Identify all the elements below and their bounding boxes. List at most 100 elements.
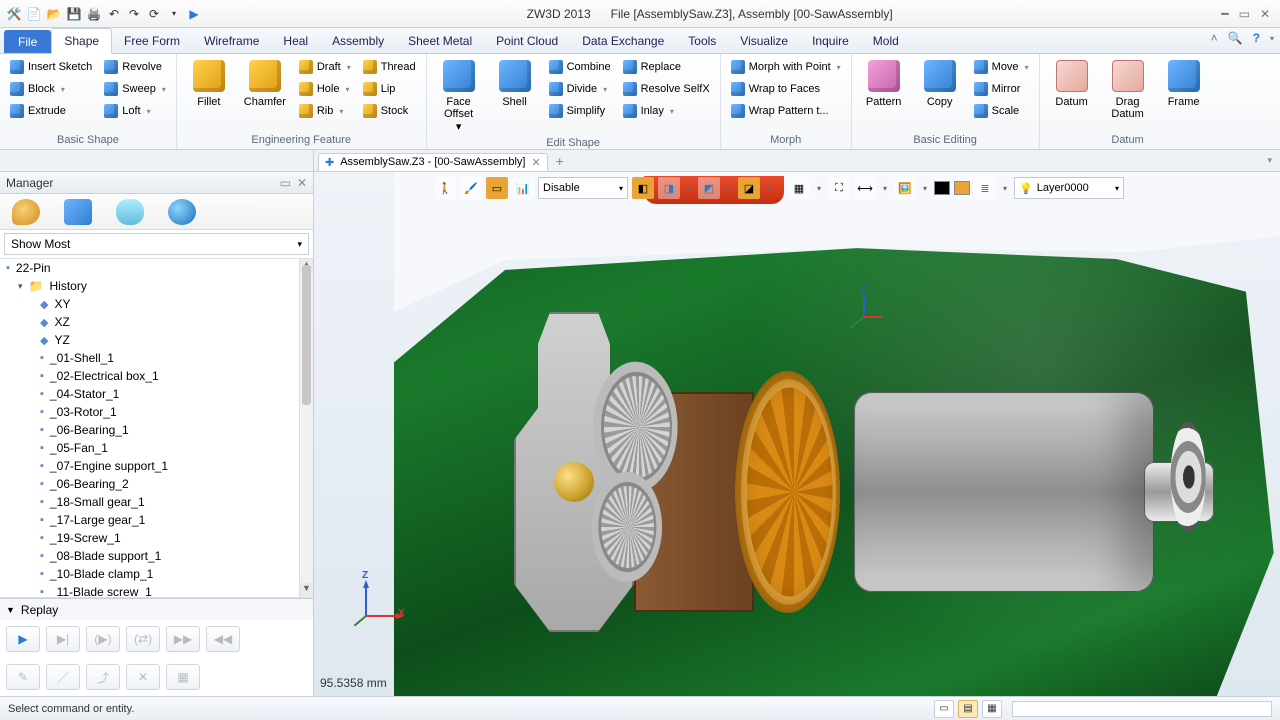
app-icon[interactable]: 🛠️ — [6, 6, 22, 22]
maximize-icon[interactable]: ▭ — [1239, 7, 1250, 21]
tab-mold[interactable]: Mold — [861, 28, 911, 53]
replay-tool1-button[interactable]: ✎ — [6, 664, 40, 690]
assembly-icon[interactable] — [64, 199, 92, 225]
tree-part-11[interactable]: ▪_08-Blade support_1 — [0, 547, 299, 565]
tab-heal[interactable]: Heal — [271, 28, 320, 53]
collapse-icon[interactable]: ▾ — [18, 281, 23, 292]
vt-walk-icon[interactable]: 🚶 — [434, 177, 456, 199]
qat-open-icon[interactable]: 📂 — [46, 6, 62, 22]
draft-button[interactable]: Draft▾ — [295, 56, 355, 78]
tree-part-1[interactable]: ▪_02-Electrical box_1 — [0, 367, 299, 385]
thread-button[interactable]: Thread — [359, 56, 420, 78]
rib-button[interactable]: Rib▾ — [295, 100, 355, 122]
tree-plane-yz[interactable]: ◆YZ — [0, 331, 299, 349]
pattern-button[interactable]: Pattern — [858, 56, 910, 110]
status-btn-1[interactable]: ▭ — [934, 700, 954, 718]
replay-header[interactable]: ▼ Replay — [0, 598, 313, 620]
move-button[interactable]: Move▾ — [970, 56, 1033, 78]
tree-part-2[interactable]: ▪_04-Stator_1 — [0, 385, 299, 403]
vt-cube2-icon[interactable]: ◨ — [658, 177, 680, 199]
tab-close-icon[interactable]: ✕ — [531, 156, 540, 169]
tree-part-10[interactable]: ▪_19-Screw_1 — [0, 529, 299, 547]
manager-close-icon[interactable]: ✕ — [297, 176, 307, 190]
extrude-button[interactable]: Extrude — [6, 100, 96, 122]
inlay-button[interactable]: Inlay▾ — [619, 100, 714, 122]
wrap-pattern-button[interactable]: Wrap Pattern t... — [727, 100, 845, 122]
tree-part-4[interactable]: ▪_06-Bearing_1 — [0, 421, 299, 439]
vt-box-icon[interactable]: ▭ — [486, 177, 508, 199]
vt-view-icon[interactable]: ▦ — [788, 177, 810, 199]
replay-loopall-button[interactable]: (⇄) — [126, 626, 160, 652]
status-btn-2[interactable]: ▤ — [958, 700, 978, 718]
vt-measure-icon[interactable]: ⟷ — [854, 177, 876, 199]
tab-tools[interactable]: Tools — [676, 28, 728, 53]
tab-visualize[interactable]: Visualize — [728, 28, 800, 53]
qat-refresh-icon[interactable]: ⟳ — [146, 6, 162, 22]
insert-sketch-button[interactable]: Insert Sketch — [6, 56, 96, 78]
tree-filter-dropdown[interactable]: Show Most ▾ — [4, 233, 309, 255]
tree-part-6[interactable]: ▪_07-Engine support_1 — [0, 457, 299, 475]
tab-shape[interactable]: Shape — [51, 28, 112, 54]
scale-button[interactable]: Scale — [970, 100, 1033, 122]
scroll-down-icon[interactable]: ▼ — [300, 583, 313, 597]
replace-button[interactable]: Replace — [619, 56, 714, 78]
tab-file[interactable]: File — [4, 30, 51, 53]
tree-part-12[interactable]: ▪_10-Blade clamp_1 — [0, 565, 299, 583]
viewport[interactable]: Z 🚶 🖌️ ▭ 📊 Disable ▾ ◧ ◨▾ ◩▾ ◪▾ ▦▾ ⛶ ⟷▾ … — [314, 172, 1280, 696]
palette-icon[interactable] — [12, 199, 40, 225]
revolve-button[interactable]: Revolve — [100, 56, 170, 78]
glasses-icon[interactable] — [116, 199, 144, 225]
tree-scrollbar[interactable]: ▲ ▼ — [299, 259, 313, 597]
loft-button[interactable]: Loft▾ — [100, 100, 170, 122]
qat-save-icon[interactable]: 💾 — [66, 6, 82, 22]
vt-fit-icon[interactable]: ⛶ — [828, 177, 850, 199]
replay-tool3-button[interactable]: ⤴ — [86, 664, 120, 690]
vt-disable-dropdown[interactable]: Disable ▾ — [538, 177, 628, 199]
tree-part-0[interactable]: ▪_01-Shell_1 — [0, 349, 299, 367]
help-icon[interactable]: ? — [1253, 31, 1260, 45]
tree-part-7[interactable]: ▪_06-Bearing_2 — [0, 475, 299, 493]
vt-cube1-icon[interactable]: ◧ — [632, 177, 654, 199]
replay-ff-button[interactable]: ▶▶ — [166, 626, 200, 652]
vt-brush-icon[interactable]: 🖌️ — [460, 177, 482, 199]
tab-overflow-icon[interactable]: ▾ — [1259, 155, 1280, 166]
simplify-button[interactable]: Simplify — [545, 100, 615, 122]
tab-point-cloud[interactable]: Point Cloud — [484, 28, 570, 53]
tab-inquire[interactable]: Inquire — [800, 28, 861, 53]
vt-cube4-icon[interactable]: ◪ — [738, 177, 760, 199]
qat-print-icon[interactable]: 🖨️ — [86, 6, 102, 22]
chamfer-button[interactable]: Chamfer — [239, 56, 291, 110]
tree-history[interactable]: ▾ 📁 History — [0, 277, 299, 295]
ribbon-search-icon[interactable]: 🔍 — [1228, 31, 1243, 45]
replay-delete-button[interactable]: ✕ — [126, 664, 160, 690]
globe-icon[interactable] — [168, 199, 196, 225]
sweep-button[interactable]: Sweep▾ — [100, 78, 170, 100]
new-tab-button[interactable]: + — [548, 153, 572, 169]
stock-button[interactable]: Stock — [359, 100, 420, 122]
ribbon-collapse-icon[interactable]: ˄ — [1211, 31, 1218, 45]
tree-part-3[interactable]: ▪_03-Rotor_1 — [0, 403, 299, 421]
mirror-button[interactable]: Mirror — [970, 78, 1033, 100]
tab-assembly[interactable]: Assembly — [320, 28, 396, 53]
replay-rew-button[interactable]: ◀◀ — [206, 626, 240, 652]
vt-color-black[interactable] — [934, 181, 950, 195]
help-dropdown-icon[interactable]: ▾ — [1270, 34, 1274, 43]
tree-part-13[interactable]: ▪_11-Blade screw_1 — [0, 583, 299, 598]
tree-plane-xy[interactable]: ◆XY — [0, 295, 299, 313]
status-input[interactable] — [1012, 701, 1272, 717]
replay-play-button[interactable]: ▶ — [6, 626, 40, 652]
tree-part-5[interactable]: ▪_05-Fan_1 — [0, 439, 299, 457]
manager-pin-icon[interactable]: ▭ — [280, 176, 291, 190]
combine-button[interactable]: Combine — [545, 56, 615, 78]
replay-tool2-button[interactable]: ／ — [46, 664, 80, 690]
qat-undo-icon[interactable]: ↶ — [106, 6, 122, 22]
copy-button[interactable]: Copy — [914, 56, 966, 110]
shell-button[interactable]: Shell — [489, 56, 541, 110]
tab-free-form[interactable]: Free Form — [112, 28, 192, 53]
tab-sheet-metal[interactable]: Sheet Metal — [396, 28, 484, 53]
morph-with-point-button[interactable]: Morph with Point▾ — [727, 56, 845, 78]
qat-play-icon[interactable]: ▶ — [186, 6, 202, 22]
resolve-selfx-button[interactable]: Resolve SelfX — [619, 78, 714, 100]
tree-root[interactable]: ▪22-Pin — [0, 259, 299, 277]
frame-button[interactable]: Frame — [1158, 56, 1210, 110]
